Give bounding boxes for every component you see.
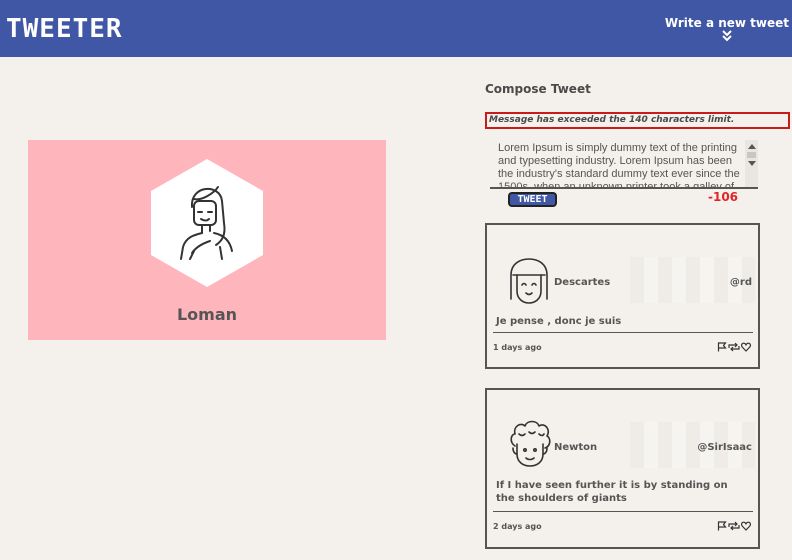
heart-icon[interactable] (741, 342, 751, 352)
tweet-username[interactable]: Newton (554, 442, 597, 453)
flag-icon[interactable] (717, 521, 727, 531)
tweet-text: Je pense , donc je suis (496, 316, 622, 327)
write-new-tweet-label: Write a new tweet (664, 16, 789, 30)
compose-title: Compose Tweet (485, 82, 591, 96)
tweet-handle[interactable]: @rd (730, 277, 752, 288)
tweet-actions (717, 521, 751, 531)
error-message: Message has exceeded the 140 characters … (485, 112, 790, 129)
heart-icon[interactable] (741, 521, 751, 531)
top-bar: TWEETER Write a new tweet (0, 0, 792, 57)
tweet-time: 1 days ago (493, 343, 542, 352)
tweet-divider (493, 332, 753, 333)
girl-avatar-icon (510, 258, 548, 304)
tweet-textarea[interactable]: Lorem Ipsum is simply dummy text of the … (490, 140, 758, 189)
write-new-tweet-button[interactable]: Write a new tweet (665, 16, 789, 42)
retweet-icon[interactable] (728, 521, 740, 531)
woman-avatar-icon (180, 186, 233, 260)
tweet-actions (717, 342, 751, 352)
tweet-handle[interactable]: @SirIsaac (697, 442, 752, 453)
tweet-time: 2 days ago (493, 522, 542, 531)
textarea-scrollbar[interactable] (745, 140, 758, 187)
tweet-card: Newton @SirIsaac If I have seen further … (485, 388, 760, 549)
retweet-icon[interactable] (728, 342, 740, 352)
scroll-up-icon[interactable] (748, 144, 756, 149)
curly-hair-avatar-icon (510, 420, 551, 467)
character-counter: -106 (708, 190, 739, 204)
tweet-text: If I have seen further it is by standing… (496, 480, 728, 504)
tweet-username[interactable]: Descartes (554, 277, 610, 288)
profile-avatar-frame (151, 159, 263, 287)
profile-card: Loman (28, 140, 386, 340)
app-logo: TWEETER (6, 14, 123, 44)
double-chevron-down-icon (722, 30, 732, 42)
tweet-divider (493, 511, 753, 512)
tweet-button[interactable]: TWEET (508, 192, 557, 207)
profile-name: Loman (176, 305, 238, 324)
scroll-thumb[interactable] (747, 152, 756, 158)
tweet-card: Descartes @rd Je pense , donc je suis 1 … (485, 223, 760, 369)
scroll-down-icon[interactable] (748, 161, 756, 166)
flag-icon[interactable] (717, 342, 727, 352)
